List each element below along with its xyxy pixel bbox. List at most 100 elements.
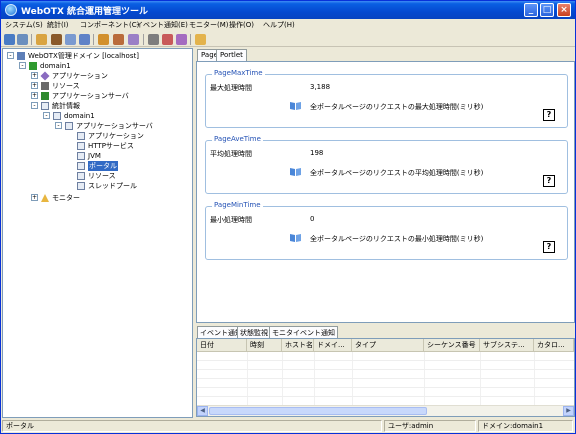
group-title: PageAveTime (212, 135, 263, 143)
expand-toggle[interactable]: + (31, 72, 38, 79)
minimize-button[interactable]: _ (524, 3, 538, 17)
close-button[interactable]: × (557, 3, 571, 17)
pin-icon[interactable] (51, 34, 62, 45)
stats-icon (77, 162, 85, 170)
app-window: WebOTX 統合運用管理ツール _ □ × システム(S) 統計(I) コンポ… (0, 0, 576, 434)
group-title: PageMinTime (212, 201, 263, 209)
column-header-type[interactable]: タイプ (352, 339, 424, 352)
flag-icon[interactable] (98, 34, 109, 45)
collapse-toggle[interactable]: - (31, 102, 38, 109)
menu-component[interactable]: コンポーネント(C) (80, 20, 139, 30)
monitor-icon (41, 194, 49, 202)
disconnect-icon[interactable] (17, 34, 28, 45)
horizontal-scrollbar[interactable]: ◀ ▶ (197, 405, 574, 416)
metric-label: 最大処理時間 (210, 84, 252, 92)
book-icon (290, 233, 301, 242)
column-header-date[interactable]: 日付 (197, 339, 247, 352)
expand-toggle[interactable]: + (31, 82, 38, 89)
metric-label: 平均処理時間 (210, 150, 252, 158)
print-icon[interactable] (148, 34, 159, 45)
column-header-catalog[interactable]: カタロ... (534, 339, 574, 352)
column-header-time[interactable]: 時刻 (247, 339, 282, 352)
tab-status-monitor[interactable]: 状態監視 (237, 326, 271, 338)
menu-operation[interactable]: 操作(O) (229, 20, 254, 30)
window-title: WebOTX 統合運用管理ツール (21, 7, 149, 17)
menu-monitor[interactable]: モニター(M) (189, 20, 229, 30)
tab-monitor-event[interactable]: モニタイベント通知 (269, 326, 338, 338)
book-icon (290, 101, 301, 110)
tree-item-label: 統計情報 (52, 102, 80, 110)
metric-description: 全ポータルページのリクエストの平均処理時間(ミリ秒) (310, 169, 484, 177)
toolbar-separator (143, 34, 144, 45)
group-page-ave-time: PageAveTime 平均処理時間 198 全ポータルページのリクエストの平均… (205, 135, 568, 194)
chart2-icon[interactable] (176, 34, 187, 45)
toolbar-separator (93, 34, 94, 45)
status-domain: ドメイン:domain1 (478, 420, 573, 432)
properties-icon[interactable] (36, 34, 47, 45)
refresh-icon[interactable] (79, 34, 90, 45)
connect-icon[interactable] (4, 34, 15, 45)
tools-icon[interactable] (113, 34, 124, 45)
table-row[interactable] (197, 388, 574, 397)
navigation-tree[interactable]: - WebOTX管理ドメイン [localhost] - domain1 + ア… (2, 48, 193, 418)
menu-event-notification[interactable]: イベント通知(E) (136, 20, 188, 30)
column-header-host[interactable]: ホスト名 (282, 339, 314, 352)
help-button[interactable]: ? (543, 241, 555, 253)
tree-item-label: アプリケーションサーバ (76, 122, 153, 130)
scroll-right-icon[interactable]: ▶ (563, 406, 574, 416)
tree-item-label: リソース (52, 82, 80, 90)
stats-icon (77, 142, 85, 150)
menu-help[interactable]: ヘルプ(H) (263, 20, 295, 30)
domain-icon (29, 62, 37, 70)
title-bar[interactable]: WebOTX 統合運用管理ツール _ □ × (1, 1, 575, 19)
scrollbar-thumb[interactable] (209, 407, 427, 415)
help-button[interactable]: ? (543, 109, 555, 121)
chart-icon[interactable] (162, 34, 173, 45)
server-icon (41, 92, 49, 100)
table-row[interactable] (197, 370, 574, 379)
column-header-subsystem[interactable]: サブシステ... (480, 339, 534, 352)
column-header-domain[interactable]: ドメイ... (314, 339, 352, 352)
resource-icon (41, 82, 49, 90)
tree-item-label: domain1 (40, 62, 71, 70)
toolbar-separator (31, 34, 32, 45)
column-header-sequence[interactable]: シーケンス番号 (424, 339, 480, 352)
tree-item-label: domain1 (64, 112, 95, 120)
tree-item-label: モニター (52, 194, 80, 202)
wrench-icon[interactable] (128, 34, 139, 45)
table-row[interactable] (197, 379, 574, 388)
collapse-toggle[interactable]: - (43, 112, 50, 119)
book-icon (290, 167, 301, 176)
expand-toggle[interactable]: + (31, 92, 38, 99)
menu-system[interactable]: システム(S) (5, 20, 43, 30)
tab-portlet[interactable]: Portlet (216, 49, 247, 61)
status-user: ユーザ:admin (384, 420, 476, 432)
collapse-toggle[interactable]: - (7, 52, 14, 59)
stats-icon (65, 122, 73, 130)
table-row[interactable] (197, 361, 574, 370)
menu-statistics[interactable]: 統計(I) (47, 20, 69, 30)
help-button[interactable]: ? (543, 175, 555, 187)
find-icon[interactable] (65, 34, 76, 45)
stats-icon (41, 102, 49, 110)
toolbar-separator (190, 34, 191, 45)
diamond-icon (40, 71, 50, 81)
toolbar (1, 32, 575, 47)
status-bar: ポータル ユーザ:admin ドメイン:domain1 (1, 419, 575, 433)
tree-item-label: リソース (88, 172, 116, 180)
scroll-left-icon[interactable]: ◀ (197, 406, 208, 416)
collapse-toggle[interactable]: - (19, 62, 26, 69)
metric-description: 全ポータルページのリクエストの最大処理時間(ミリ秒) (310, 103, 484, 111)
app-icon (5, 4, 17, 16)
collapse-toggle[interactable]: - (55, 122, 62, 129)
folder-icon[interactable] (195, 34, 206, 45)
statistics-panel: PageMaxTime 最大処理時間 3,188 全ポータルページのリクエストの… (196, 61, 575, 323)
tree-item-label: アプリケーション (52, 72, 108, 80)
tree-item-label: スレッドプール (88, 182, 137, 190)
tree-item-label: アプリケーションサーバ (52, 92, 129, 100)
metric-description: 全ポータルページのリクエストの最小処理時間(ミリ秒) (310, 235, 484, 243)
tree-item-label: HTTPサービス (88, 142, 134, 150)
maximize-button[interactable]: □ (540, 3, 554, 17)
table-row[interactable] (197, 352, 574, 361)
expand-toggle[interactable]: + (31, 194, 38, 201)
